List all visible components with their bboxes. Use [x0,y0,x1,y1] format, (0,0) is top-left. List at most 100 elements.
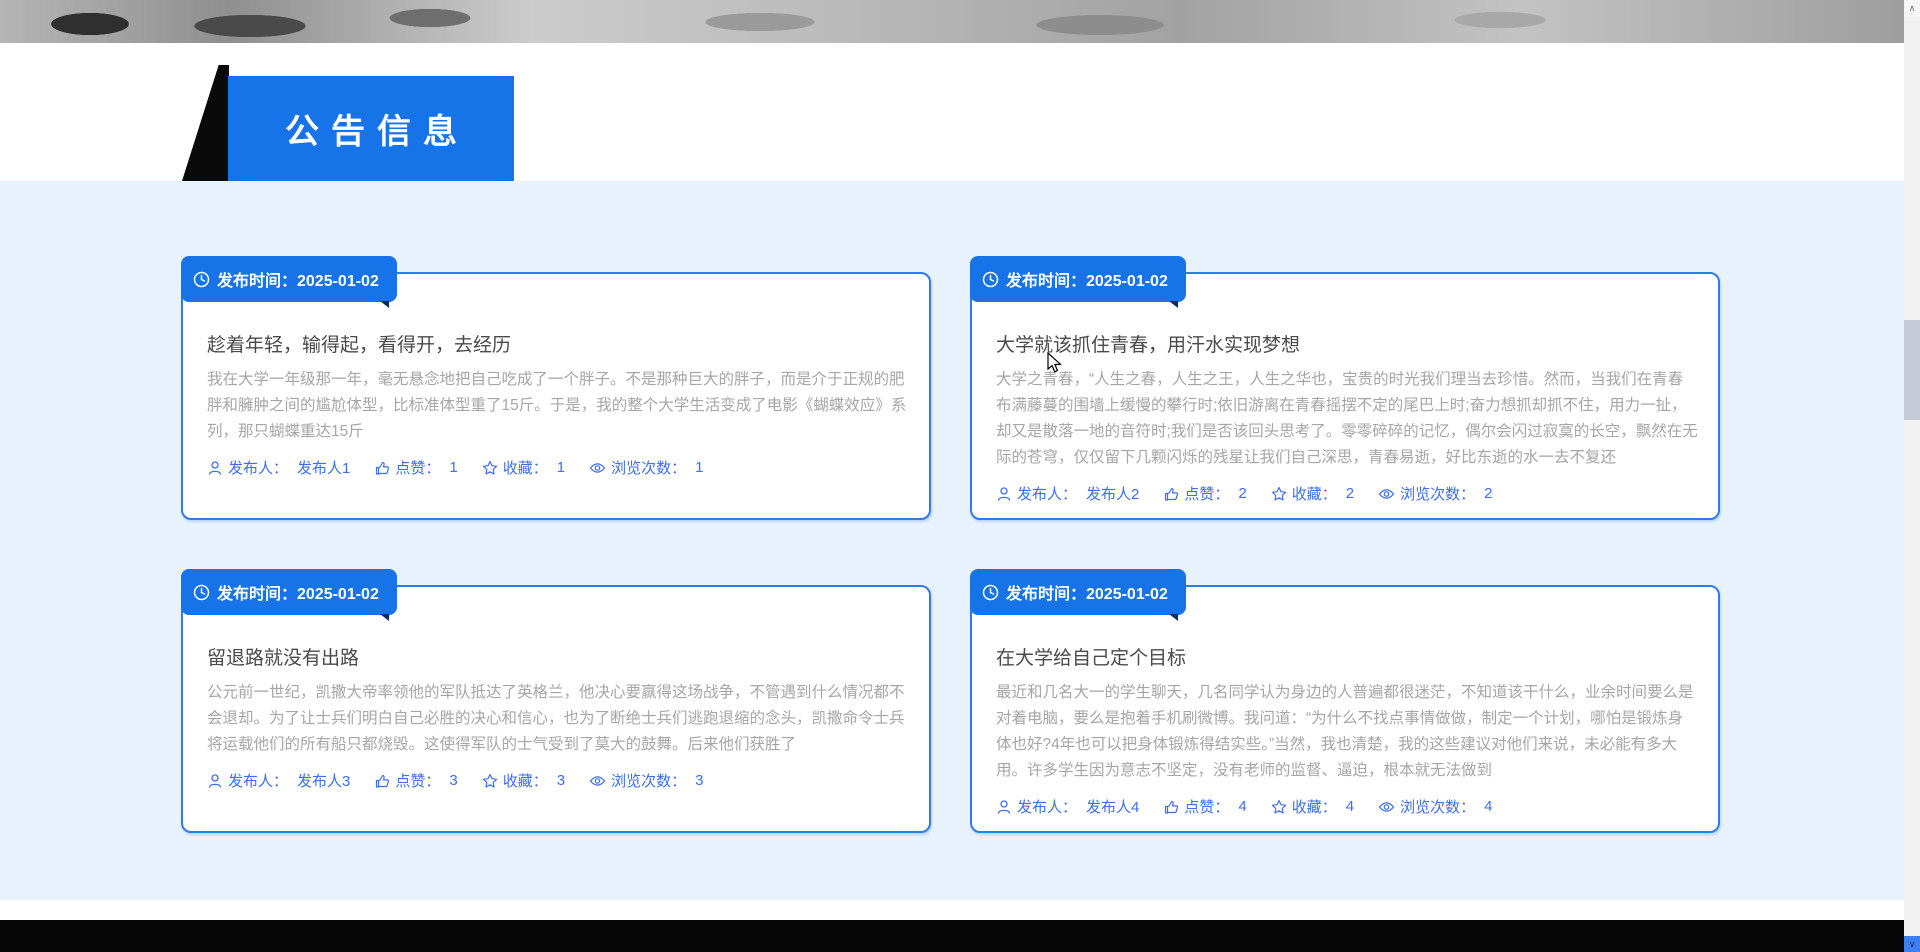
star-icon [482,773,498,789]
publisher-stat: 发布人： 发布人2 [996,483,1139,504]
announcement-title[interactable]: 大学就该抓住青春，用汗水实现梦想 [996,330,1694,357]
publish-time-label: 发布时间：2025-01-02 [217,267,379,291]
likes-stat[interactable]: 点赞： 4 [1163,796,1246,817]
likes-stat[interactable]: 点赞： 2 [1163,483,1246,504]
publisher-label: 发布人： [228,457,288,478]
clock-icon [982,271,999,288]
scrollbar-down-button[interactable]: ∨ [1904,936,1920,952]
star-icon [1271,799,1287,815]
section-header: 公告信息 [228,76,514,181]
bottom-white-strip [0,900,1904,920]
eye-icon [589,773,606,789]
publisher-value: 发布人3 [297,770,350,791]
scrollbar-up-button[interactable]: ∧ [1904,0,1920,17]
publisher-label: 发布人： [1017,483,1077,504]
scroll-up-icon: ∧ [1909,3,1916,14]
announcement-card[interactable]: 发布时间：2025-01-02 留退路就没有出路 公元前一世纪，凯撒大帝率领他的… [181,585,931,833]
views-value: 4 [1484,798,1492,815]
likes-value: 3 [449,772,457,789]
likes-value: 2 [1238,485,1246,502]
page-title: 公告信息 [273,104,469,153]
views-label: 浏览次数： [1400,483,1475,504]
announcement-title[interactable]: 趁着年轻，输得起，看得开，去经历 [207,330,905,357]
favorites-value: 3 [557,772,565,789]
eye-icon [1378,486,1395,502]
views-value: 2 [1484,485,1492,502]
badge-fold [380,301,389,308]
thumbs-up-icon [1163,799,1179,815]
views-stat: 浏览次数： 1 [589,457,703,478]
announcements-section: 发布时间：2025-01-02 趁着年轻，输得起，看得开，去经历 我在大学一年级… [0,181,1904,900]
likes-stat[interactable]: 点赞：3 [374,770,457,791]
views-value: 1 [695,459,703,476]
star-icon [1271,486,1287,502]
publisher-stat: 发布人：发布人4 [996,796,1139,817]
section-header-ribbon [182,65,229,181]
favorites-value: 2 [1346,485,1354,502]
publish-time-badge: 发布时间：2025-01-02 [181,569,397,615]
vertical-scrollbar[interactable]: ∧ ∨ [1904,0,1920,952]
views-stat: 浏览次数： 2 [1378,483,1492,504]
publish-time-label: 发布时间：2025-01-02 [1006,267,1168,291]
announcement-body: 大学之青春，“人生之春，人生之王，人生之华也，宝贵的时光我们理当去珍惜。然而，当… [996,367,1698,471]
views-label: 浏览次数： [611,457,686,478]
user-icon [996,799,1012,815]
announcement-card[interactable]: 发布时间：2025-01-02 大学就该抓住青春，用汗水实现梦想 大学之青春，“… [970,272,1720,520]
announcement-footer: 发布人：发布人3 点赞：3 收藏：3 浏览次数：3 [207,770,905,791]
badge-fold [380,614,389,621]
scrollbar-thumb[interactable] [1904,320,1920,420]
publish-time-badge: 发布时间：2025-01-02 [970,569,1186,615]
publish-time-badge: 发布时间：2025-01-02 [181,256,397,302]
header-band: 公告信息 [0,43,1904,181]
likes-value: 4 [1238,798,1246,815]
announcement-card[interactable]: 发布时间：2025-01-02 在大学给自己定个目标 最近和几名大一的学生聊天，… [970,585,1720,833]
announcement-footer: 发布人： 发布人1 点赞： 1 收藏： 1 浏览次数： 1 [207,457,905,478]
favorites-label: 收藏： [503,457,548,478]
views-stat: 浏览次数：4 [1378,796,1492,817]
banner-photo [0,0,1904,43]
publisher-label: 发布人： [228,770,288,791]
favorites-value: 4 [1346,798,1354,815]
clock-icon [193,271,210,288]
favorites-label: 收藏： [1292,483,1337,504]
views-stat: 浏览次数：3 [589,770,703,791]
publish-time-badge: 发布时间：2025-01-02 [970,256,1186,302]
badge-fold [1169,614,1178,621]
publisher-label: 发布人： [1017,796,1077,817]
publisher-value: 发布人1 [297,457,350,478]
views-label: 浏览次数： [611,770,686,791]
user-icon [207,460,223,476]
thumbs-up-icon [374,460,390,476]
favorites-stat[interactable]: 收藏： 4 [1271,796,1354,817]
likes-stat[interactable]: 点赞： 1 [374,457,457,478]
announcement-card[interactable]: 发布时间：2025-01-02 趁着年轻，输得起，看得开，去经历 我在大学一年级… [181,272,931,520]
favorites-value: 1 [557,459,565,476]
thumbs-up-icon [374,773,390,789]
favorites-stat[interactable]: 收藏： 3 [482,770,565,791]
likes-label: 点赞： [1184,796,1229,817]
favorites-label: 收藏： [1292,796,1337,817]
likes-value: 1 [449,459,457,476]
announcement-title[interactable]: 留退路就没有出路 [207,643,905,670]
announcement-footer: 发布人：发布人4 点赞： 4 收藏： 4 浏览次数：4 [996,796,1694,817]
publish-time-label: 发布时间：2025-01-02 [217,580,379,604]
announcement-body: 最近和几名大一的学生聊天，几名同学认为身边的人普遍都很迷茫，不知道该干什么，业余… [996,680,1698,784]
favorites-label: 收藏： [503,770,548,791]
clock-icon [982,584,999,601]
badge-fold [1169,301,1178,308]
publish-time-label: 发布时间：2025-01-02 [1006,580,1168,604]
publisher-value: 发布人2 [1086,483,1139,504]
likes-label: 点赞： [395,457,440,478]
publisher-stat: 发布人： 发布人1 [207,457,350,478]
likes-label: 点赞： [1184,483,1229,504]
announcement-title[interactable]: 在大学给自己定个目标 [996,643,1694,670]
star-icon [482,460,498,476]
eye-icon [589,460,606,476]
announcement-footer: 发布人： 发布人2 点赞： 2 收藏： 2 浏览次数： 2 [996,483,1694,504]
clock-icon [193,584,210,601]
favorites-stat[interactable]: 收藏： 1 [482,457,565,478]
announcement-body: 我在大学一年级那一年，毫无悬念地把自己吃成了一个胖子。不是那种巨大的胖子，而是介… [207,367,909,445]
favorites-stat[interactable]: 收藏： 2 [1271,483,1354,504]
user-icon [996,486,1012,502]
announcement-grid: 发布时间：2025-01-02 趁着年轻，输得起，看得开，去经历 我在大学一年级… [181,272,1720,833]
